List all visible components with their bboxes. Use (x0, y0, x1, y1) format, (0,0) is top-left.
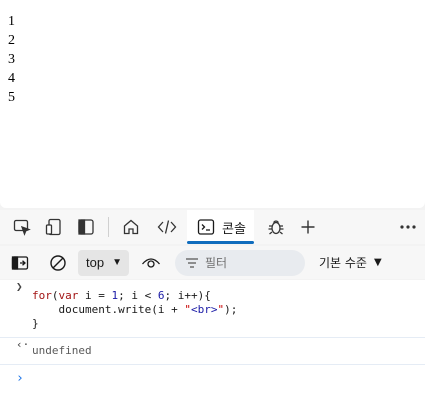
code-line: for(var i = 1; i < 6; i++){ (32, 289, 425, 303)
panel-layout-icon (78, 219, 94, 235)
console-toolbar: top ▼ 기본 수준 ▼ (0, 246, 425, 279)
console-icon (197, 219, 215, 235)
filter-input-wrapper (174, 249, 305, 276)
home-icon (123, 219, 139, 235)
console-result-entry: ‹· undefined (0, 337, 425, 364)
live-expression-button[interactable] (135, 246, 167, 280)
more-tools-button[interactable] (395, 210, 421, 244)
code-token: } (32, 317, 39, 330)
devtools-tab-bar: 콘솔 (0, 210, 425, 244)
output-line: 5 (8, 90, 15, 105)
tab-welcome[interactable] (115, 210, 147, 244)
tab-sources[interactable] (260, 210, 292, 244)
page-viewport: 1 2 3 4 5 (0, 0, 425, 208)
context-selector[interactable]: top ▼ (78, 249, 129, 276)
clear-console-button[interactable] (42, 246, 74, 280)
output-line: 2 (8, 33, 15, 48)
code-token: ; i < (118, 289, 158, 302)
context-value: top (86, 255, 105, 270)
device-icon (45, 218, 61, 236)
tab-console[interactable]: 콘솔 (187, 210, 254, 244)
caret-down-icon: ▼ (112, 257, 122, 268)
add-tool-button[interactable] (292, 210, 324, 244)
output-line: 4 (8, 71, 15, 86)
code-token: 6 (157, 289, 165, 302)
bug-icon (268, 220, 284, 235)
toolbar-divider (108, 217, 109, 237)
caret-down-icon: ▼ (373, 257, 382, 268)
active-tab-indicator (187, 241, 254, 244)
dock-side-button[interactable] (70, 210, 102, 244)
output-line: 3 (8, 52, 15, 67)
inspect-element-button[interactable] (6, 210, 38, 244)
code-token: ); (224, 303, 238, 316)
chevron-right-icon: ❯ (16, 280, 23, 293)
eye-icon (141, 257, 160, 268)
code-token: ; i++){ (164, 289, 211, 302)
result-value: undefined (32, 344, 92, 357)
code-brackets-icon (157, 220, 177, 234)
page-output: 1 2 3 4 5 (8, 12, 15, 107)
code-token: document.write(i + (32, 303, 185, 316)
filter-input[interactable] (204, 255, 295, 270)
return-arrow-icon: ‹· (16, 338, 30, 351)
console-input-entry: ❯ for(var i = 1; i < 6; i++){ document.w… (0, 280, 425, 334)
tab-elements[interactable] (151, 210, 183, 244)
plus-icon (301, 220, 315, 234)
code-token: ( (51, 289, 59, 302)
code-token: var (58, 289, 79, 302)
clear-icon (50, 254, 66, 271)
console-prompt[interactable]: › (0, 364, 425, 388)
code-line: } (32, 317, 425, 331)
prompt-chevron-icon: › (16, 371, 24, 386)
code-line: document.write(i + "<br>"); (32, 303, 425, 317)
code-token: for (32, 289, 52, 302)
device-emulation-button[interactable] (38, 210, 70, 244)
sidebar-icon (11, 255, 29, 270)
tab-console-label: 콘솔 (222, 220, 246, 236)
output-line: 1 (8, 14, 15, 29)
code-token: i = (78, 289, 112, 302)
toggle-sidebar-button[interactable] (4, 246, 36, 280)
log-levels-label: 기본 수준 (318, 256, 367, 270)
filter-icon (185, 257, 198, 268)
console-panel: ❯ for(var i = 1; i < 6; i++){ document.w… (0, 280, 425, 417)
log-levels-dropdown[interactable]: 기본 수준 ▼ (319, 254, 382, 271)
code-token: " (184, 303, 191, 316)
code-token: <br> (190, 303, 218, 316)
more-icon (400, 225, 416, 229)
inspect-icon (13, 219, 31, 236)
